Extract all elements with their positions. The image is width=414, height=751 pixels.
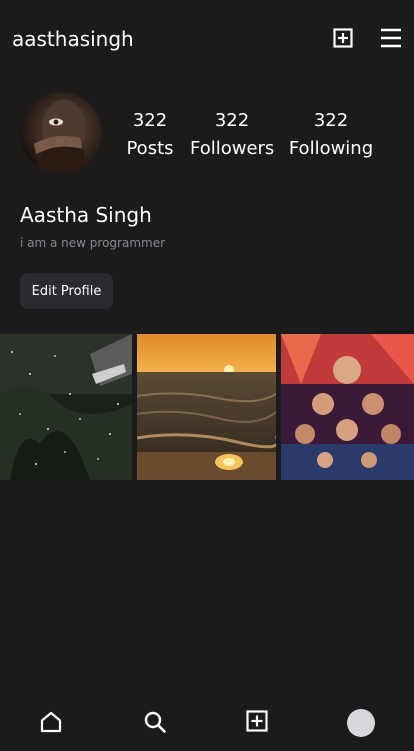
posts-label: Posts bbox=[126, 138, 174, 159]
nav-profile-avatar[interactable] bbox=[347, 709, 375, 737]
avatar-photo bbox=[34, 100, 86, 174]
nav-search[interactable] bbox=[143, 710, 167, 734]
nav-home[interactable] bbox=[39, 710, 63, 734]
full-name: Aastha Singh bbox=[20, 203, 152, 227]
followers-count: 322 bbox=[214, 110, 250, 131]
post-thumbnail[interactable] bbox=[137, 334, 276, 480]
menu-button[interactable] bbox=[381, 28, 401, 48]
search-icon bbox=[144, 711, 166, 733]
username-title: aasthasingh bbox=[12, 27, 134, 51]
top-bar: aasthasingh bbox=[0, 0, 414, 78]
rainy-window-photo bbox=[0, 334, 132, 480]
following-count: 322 bbox=[313, 110, 349, 131]
nav-new-post[interactable] bbox=[246, 710, 270, 734]
home-icon bbox=[40, 711, 62, 733]
stat-following[interactable]: 322 Following bbox=[288, 110, 374, 160]
bio-text: i am a new programmer bbox=[20, 236, 166, 250]
posts-count: 322 bbox=[132, 110, 168, 131]
stat-posts[interactable]: 322 Posts bbox=[124, 110, 176, 160]
profile-screen: aasthasingh 322 Posts 322 Followers 322 … bbox=[0, 0, 414, 751]
posts-grid bbox=[0, 334, 414, 480]
plus-square-icon bbox=[246, 710, 268, 732]
post-thumbnail[interactable] bbox=[0, 334, 132, 480]
followers-label: Followers bbox=[190, 138, 275, 159]
hamburger-menu-icon bbox=[381, 28, 401, 48]
plus-square-icon bbox=[333, 28, 353, 48]
movie-poster-photo bbox=[281, 334, 414, 480]
sunset-sea-photo bbox=[137, 334, 276, 480]
edit-profile-button[interactable]: Edit Profile bbox=[20, 273, 113, 309]
post-thumbnail[interactable] bbox=[281, 334, 414, 480]
profile-avatar[interactable] bbox=[20, 92, 102, 174]
following-label: Following bbox=[288, 138, 374, 159]
stat-followers[interactable]: 322 Followers bbox=[190, 110, 274, 160]
new-post-button[interactable] bbox=[333, 28, 353, 48]
bottom-nav bbox=[0, 698, 414, 751]
